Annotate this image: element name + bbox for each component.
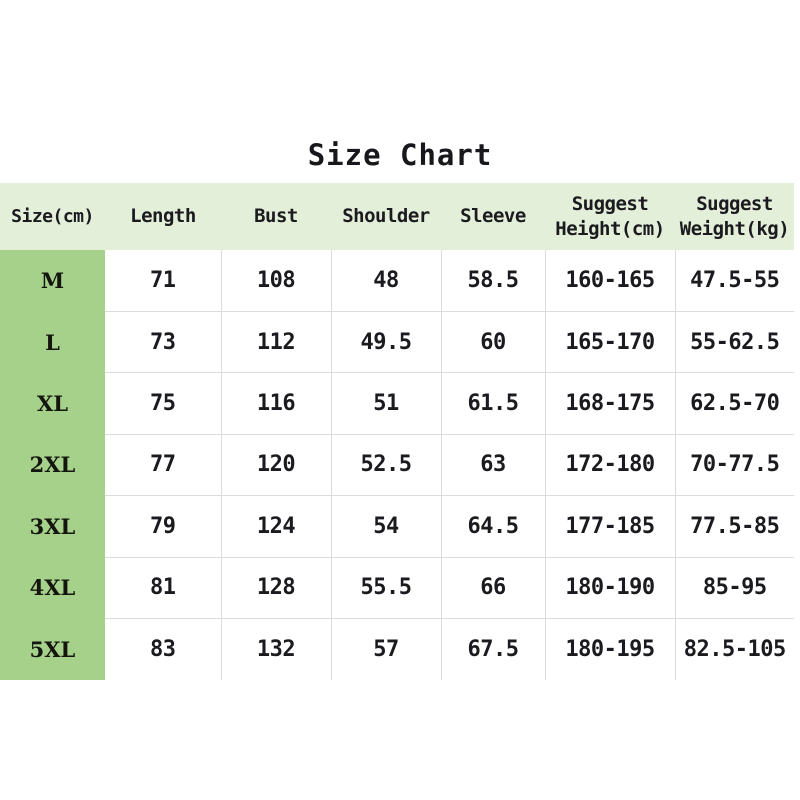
table-header: Size(cm) Length Bust Shoulder Sleeve Sug… xyxy=(0,183,794,250)
cell-length: 81 xyxy=(105,557,222,620)
size-chart-table: Size(cm) Length Bust Shoulder Sleeve Sug… xyxy=(0,183,794,680)
cell-sleeve: 60 xyxy=(441,311,546,374)
column-header-suggest-height: Suggest Height(cm) xyxy=(545,183,675,250)
table-row: 3XL 79 124 54 64.5 177-185 77.5-85 xyxy=(0,495,794,558)
cell-sleeve: 63 xyxy=(441,434,546,497)
cell-bust: 132 xyxy=(221,618,332,680)
cell-size: M xyxy=(0,250,105,312)
cell-length: 79 xyxy=(105,495,222,558)
cell-sleeve: 64.5 xyxy=(441,495,546,558)
column-header-bust: Bust xyxy=(221,183,331,250)
cell-height: 180-195 xyxy=(545,618,676,680)
cell-size: 5XL xyxy=(0,618,105,680)
table-row: 5XL 83 132 57 67.5 180-195 82.5-105 xyxy=(0,618,794,680)
cell-length: 77 xyxy=(105,434,222,497)
cell-bust: 116 xyxy=(221,372,332,435)
cell-height: 177-185 xyxy=(545,495,676,558)
cell-sleeve: 66 xyxy=(441,557,546,620)
cell-size: L xyxy=(0,311,105,373)
cell-height: 168-175 xyxy=(545,372,676,435)
cell-length: 73 xyxy=(105,311,222,374)
cell-bust: 108 xyxy=(221,250,332,312)
cell-bust: 112 xyxy=(221,311,332,374)
table-row: XL 75 116 51 61.5 168-175 62.5-70 xyxy=(0,372,794,435)
size-chart-table-container: Size(cm) Length Bust Shoulder Sleeve Sug… xyxy=(0,183,794,680)
column-header-suggest-weight: Suggest Weight(kg) xyxy=(675,183,794,250)
cell-sleeve: 58.5 xyxy=(441,250,546,312)
cell-shoulder: 52.5 xyxy=(331,434,442,497)
size-chart-page: Size Chart Size(cm) Length Bust Shoulder… xyxy=(0,0,800,800)
page-title: Size Chart xyxy=(307,138,493,172)
cell-shoulder: 55.5 xyxy=(331,557,442,620)
cell-weight: 77.5-85 xyxy=(675,495,794,558)
cell-weight: 47.5-55 xyxy=(675,250,794,312)
cell-shoulder: 48 xyxy=(331,250,442,312)
table-row: 4XL 81 128 55.5 66 180-190 85-95 xyxy=(0,557,794,620)
cell-shoulder: 49.5 xyxy=(331,311,442,374)
cell-weight: 82.5-105 xyxy=(675,618,794,680)
cell-bust: 128 xyxy=(221,557,332,620)
cell-weight: 70-77.5 xyxy=(675,434,794,497)
column-header-shoulder: Shoulder xyxy=(331,183,441,250)
cell-height: 165-170 xyxy=(545,311,676,374)
cell-shoulder: 57 xyxy=(331,618,442,680)
cell-size: 4XL xyxy=(0,557,105,619)
cell-bust: 120 xyxy=(221,434,332,497)
header-row: Size(cm) Length Bust Shoulder Sleeve Sug… xyxy=(0,183,794,250)
cell-sleeve: 67.5 xyxy=(441,618,546,680)
cell-shoulder: 51 xyxy=(331,372,442,435)
table-row: 2XL 77 120 52.5 63 172-180 70-77.5 xyxy=(0,434,794,497)
cell-length: 75 xyxy=(105,372,222,435)
column-header-sleeve: Sleeve xyxy=(441,183,545,250)
column-header-length: Length xyxy=(105,183,221,250)
cell-length: 83 xyxy=(105,618,222,680)
cell-bust: 124 xyxy=(221,495,332,558)
cell-weight: 62.5-70 xyxy=(675,372,794,435)
cell-size: 3XL xyxy=(0,495,105,558)
cell-length: 71 xyxy=(105,250,222,312)
cell-height: 172-180 xyxy=(545,434,676,497)
cell-weight: 85-95 xyxy=(675,557,794,620)
table-body: M 71 108 48 58.5 160-165 47.5-55 L 73 11… xyxy=(0,250,794,680)
cell-size: 2XL xyxy=(0,434,105,496)
table-row: M 71 108 48 58.5 160-165 47.5-55 xyxy=(0,250,794,312)
cell-weight: 55-62.5 xyxy=(675,311,794,374)
cell-shoulder: 54 xyxy=(331,495,442,558)
cell-size: XL xyxy=(0,372,105,435)
cell-sleeve: 61.5 xyxy=(441,372,546,435)
cell-height: 160-165 xyxy=(545,250,676,312)
cell-height: 180-190 xyxy=(545,557,676,620)
table-row: L 73 112 49.5 60 165-170 55-62.5 xyxy=(0,311,794,374)
column-header-size: Size(cm) xyxy=(0,183,105,250)
